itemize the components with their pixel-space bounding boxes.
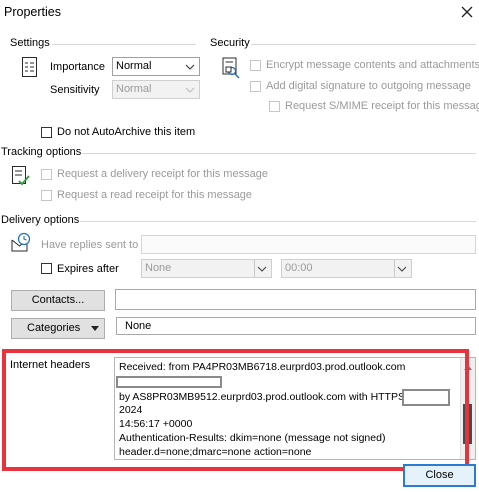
header-line: Authentication-Results: dkim=none (messa… (119, 432, 386, 444)
importance-value: Normal (116, 60, 152, 72)
sensitivity-select[interactable]: Normal (112, 80, 200, 99)
close-button[interactable]: Close (403, 464, 476, 487)
security-lock-icon (220, 56, 242, 80)
redacted-block (402, 389, 450, 406)
encrypt-label: Encrypt message contents and attachments (266, 59, 479, 71)
close-window-icon[interactable] (459, 4, 475, 20)
categories-value: None (116, 317, 476, 335)
tracking-section-label: Tracking options (1, 146, 82, 158)
scroll-up-icon[interactable] (464, 361, 472, 373)
autoarchive-label: Do not AutoArchive this item (57, 126, 196, 138)
sensitivity-value: Normal (116, 83, 152, 95)
importance-select[interactable]: Normal (112, 57, 200, 76)
categories-button[interactable]: Categories (11, 318, 105, 339)
expires-time-value: 00:00 (285, 262, 313, 274)
expires-checkbox[interactable] (41, 263, 52, 274)
tracking-divider (82, 153, 476, 154)
scroll-thumb[interactable] (463, 404, 472, 444)
security-divider (251, 44, 476, 45)
header-line: 14:56:17 +0000 (119, 418, 193, 430)
internet-headers-label: Internet headers (10, 359, 91, 371)
internet-headers-textbox[interactable]: Received: from PA4PR03MB6718.eurprd03.pr… (114, 357, 476, 460)
expires-date-value: None (145, 262, 172, 274)
encrypt-checkbox[interactable] (250, 60, 261, 71)
contacts-input[interactable] (115, 289, 476, 310)
digital-signature-checkbox[interactable] (250, 81, 261, 92)
properties-tag-icon (20, 56, 40, 78)
window-title: Properties (4, 5, 61, 19)
delivery-clock-icon (9, 232, 33, 254)
read-receipt-label: Request a read receipt for this message (57, 189, 253, 201)
smime-receipt-label: Request S/MIME receipt for this message (285, 100, 479, 112)
delivery-divider (80, 221, 476, 222)
read-receipt-checkbox[interactable] (41, 190, 52, 201)
settings-divider (52, 44, 196, 45)
chevron-down-icon (394, 260, 409, 277)
delivery-receipt-label: Request a delivery receipt for this mess… (57, 168, 268, 180)
header-line: 2024 (119, 404, 143, 416)
chevron-down-icon (183, 81, 197, 98)
digital-signature-label: Add digital signature to outgoing messag… (266, 80, 471, 92)
settings-section-label: Settings (10, 37, 50, 49)
sensitivity-label: Sensitivity (50, 84, 100, 96)
delivery-receipt-checkbox[interactable] (41, 169, 52, 180)
redacted-block (116, 376, 222, 388)
chevron-down-icon (183, 58, 197, 75)
smime-receipt-checkbox[interactable] (269, 101, 280, 112)
header-line: header.d=none;dmarc=none action=none (119, 446, 312, 458)
importance-label: Importance (50, 61, 106, 73)
expires-date-select[interactable]: None (141, 259, 272, 278)
categories-button-label: Categories (27, 322, 81, 334)
have-replies-label: Have replies sent to (41, 239, 139, 251)
security-section-label: Security (210, 37, 250, 49)
contacts-button[interactable]: Contacts... (11, 290, 105, 311)
tracking-checklist-icon (10, 164, 32, 188)
chevron-down-icon (254, 260, 269, 277)
header-line: Received: from PA4PR03MB6718.eurprd03.pr… (119, 361, 406, 373)
autoarchive-checkbox[interactable] (41, 127, 52, 138)
header-line: by AS8PR03MB9512.eurprd03.prod.outlook.c… (119, 391, 405, 403)
expires-time-select[interactable]: 00:00 (281, 259, 412, 278)
delivery-section-label: Delivery options (1, 214, 80, 226)
replies-to-input[interactable] (141, 235, 476, 254)
dropdown-arrow-icon (90, 319, 100, 345)
expires-label: Expires after (57, 263, 119, 275)
headers-scrollbar[interactable] (460, 358, 475, 459)
